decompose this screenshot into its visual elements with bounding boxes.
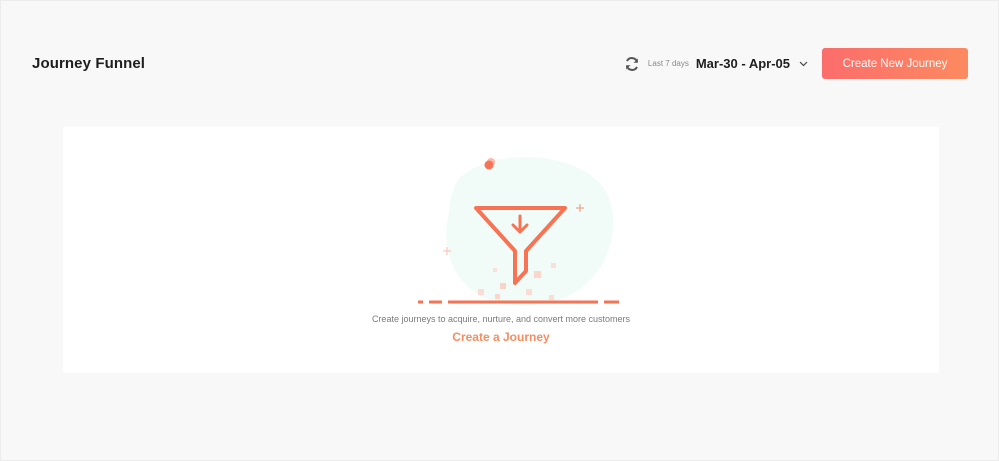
chevron-down-icon[interactable] (798, 59, 808, 69)
empty-state-message: Create journeys to acquire, nurture, and… (371, 314, 631, 324)
date-range-caption: Last 7 days (647, 59, 689, 68)
empty-state-illustration (403, 153, 633, 325)
refresh-icon[interactable] (624, 56, 640, 72)
empty-state-card: Create journeys to acquire, nurture, and… (63, 127, 939, 373)
create-journey-link-wrapper: Create a Journey (63, 328, 939, 346)
page-title: Journey Funnel (32, 55, 146, 72)
header-controls: Last 7 days Mar-30 - Apr-05 Create New J… (624, 48, 968, 79)
date-range-selector[interactable]: Mar-30 - Apr-05 (696, 56, 790, 71)
create-new-journey-button[interactable]: Create New Journey (822, 48, 968, 79)
create-journey-link[interactable]: Create a Journey (452, 330, 549, 344)
